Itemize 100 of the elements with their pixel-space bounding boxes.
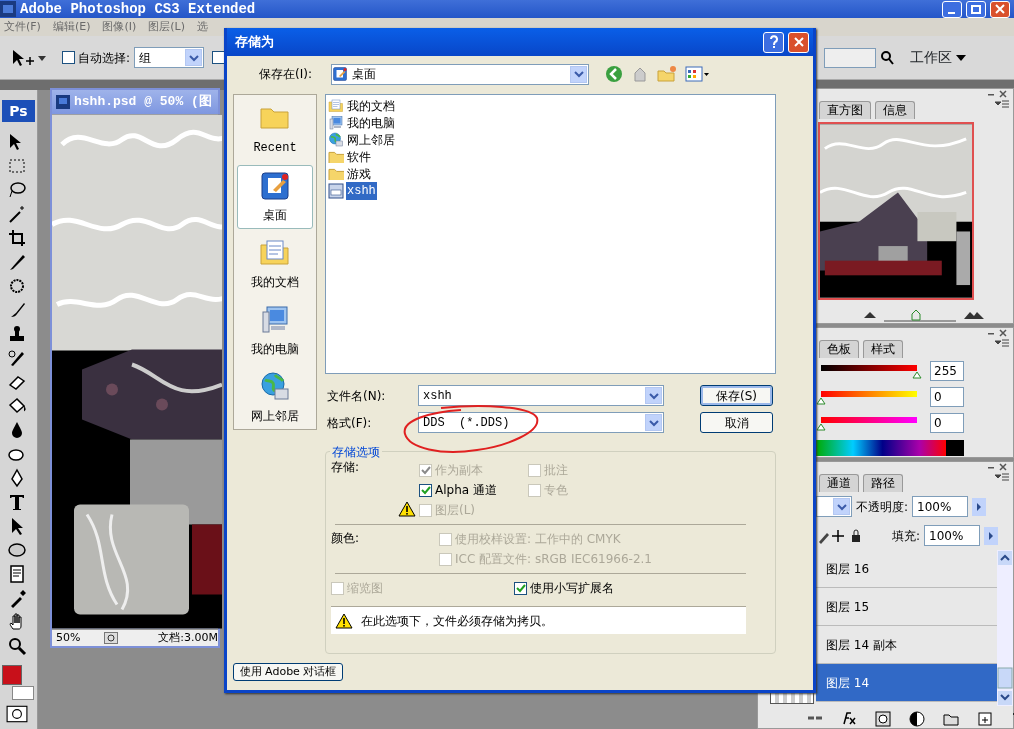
option-checkbox[interactable] xyxy=(419,483,432,497)
file-item[interactable]: 网上邻居 xyxy=(328,131,773,148)
file-item[interactable]: xshh xyxy=(328,182,773,199)
option-label: 图层(L) xyxy=(435,502,476,519)
panel-menu-icon[interactable] xyxy=(995,99,1009,109)
quick-mask-icon[interactable] xyxy=(6,704,28,724)
slider-thumb[interactable] xyxy=(912,370,922,379)
computer-icon xyxy=(328,114,344,131)
lowercase-extension-checkbox[interactable] xyxy=(514,581,527,595)
back-icon[interactable] xyxy=(605,65,623,83)
panel-menu-icon[interactable] xyxy=(995,472,1009,482)
format-label: 格式(F): xyxy=(326,414,373,432)
option-label: 专色 xyxy=(544,482,568,499)
auto-select-dropdown[interactable]: 组 xyxy=(134,47,205,68)
search-icon[interactable] xyxy=(880,49,894,66)
panel-tab[interactable]: 样式 xyxy=(863,339,903,358)
file-item[interactable]: 我的文档 xyxy=(328,97,773,114)
place-item[interactable]: Recent xyxy=(237,98,313,162)
options-legend: 存储选项 xyxy=(330,443,382,461)
channel-value-field[interactable]: 255 xyxy=(930,360,964,381)
file-name-field[interactable]: xshh xyxy=(418,385,664,406)
caret-icon[interactable] xyxy=(956,53,966,62)
place-item[interactable]: 我的文档 xyxy=(237,232,313,296)
lowercase-extension-label: 使用小写扩展名 xyxy=(530,580,614,597)
adjustment-icon[interactable] xyxy=(908,710,926,728)
fill-field[interactable]: 100% xyxy=(924,525,981,546)
checkbox-checkbox[interactable] xyxy=(212,51,226,64)
document-icon xyxy=(56,95,70,109)
mask-icon[interactable] xyxy=(874,710,892,728)
desktop-icon xyxy=(332,66,348,82)
cancel-button[interactable]: 取消 xyxy=(700,412,773,433)
panel-menu-icon[interactable] xyxy=(995,337,1009,348)
panel-tab[interactable]: 直方图 xyxy=(819,101,871,119)
menu-item[interactable]: 图层(L) xyxy=(144,18,189,36)
zoom-in-icon[interactable] xyxy=(964,310,984,320)
auto-select-checkbox[interactable] xyxy=(62,51,75,64)
option-label: 批注 xyxy=(544,462,568,479)
panel-tab[interactable]: 信息 xyxy=(875,101,915,119)
marquee-tool-icon[interactable] xyxy=(6,156,28,176)
ellipse-tool-icon[interactable] xyxy=(6,540,28,560)
network-icon xyxy=(328,131,344,148)
document-title: hshh.psd @ 50% (图 xyxy=(74,93,212,112)
color-options-label: 颜色: xyxy=(331,530,361,547)
format-field[interactable]: DDS (*.DDS) xyxy=(418,412,664,433)
menu-item[interactable]: 编辑(E) xyxy=(48,18,95,36)
blend-mode-dropdown[interactable] xyxy=(816,496,852,517)
slider-thumb[interactable] xyxy=(816,396,826,405)
workspace-button[interactable]: 工作区 xyxy=(910,47,966,68)
color-spectrum[interactable] xyxy=(816,439,964,456)
save-in-label: 保存在(I): xyxy=(259,66,313,83)
status-menu-icon[interactable] xyxy=(104,632,118,644)
thumbnail-label: 缩览图 xyxy=(347,580,383,597)
channel-value-field[interactable]: 0 xyxy=(930,386,964,407)
file-item[interactable]: 软件 xyxy=(328,148,773,165)
panel-window-controls-icon[interactable] xyxy=(985,327,1009,338)
menu-item[interactable]: 选 xyxy=(193,18,212,36)
file-item[interactable]: 我的电脑 xyxy=(328,114,773,131)
slider-thumb[interactable] xyxy=(816,422,826,431)
panel-window-controls-icon[interactable] xyxy=(985,89,1009,99)
file-item[interactable]: 游戏 xyxy=(328,165,773,182)
background-color-swatch[interactable] xyxy=(12,686,34,700)
menu-item[interactable]: 文件(F) xyxy=(0,18,45,36)
zoom-out-icon[interactable] xyxy=(864,311,876,319)
dialog-title: 存储为 xyxy=(235,33,274,52)
opacity-label: 不透明度: xyxy=(856,498,909,516)
app-icon xyxy=(0,1,16,17)
computer-icon xyxy=(259,304,291,336)
save-in-dropdown[interactable]: 桌面 xyxy=(331,63,589,85)
opacity-field[interactable]: 100% xyxy=(912,496,969,517)
zoom-slider[interactable] xyxy=(884,308,956,322)
panel-tab[interactable]: 路径 xyxy=(863,474,903,492)
auto-select-label: 自动选择: xyxy=(78,49,131,67)
panel-tab[interactable]: 色板 xyxy=(819,339,859,358)
folder-icon xyxy=(328,167,344,180)
slider-thumb[interactable] xyxy=(911,309,922,321)
menu-item[interactable]: 图像(I) xyxy=(98,18,141,36)
paint-bucket-icon[interactable] xyxy=(6,396,28,416)
save-button[interactable]: 保存(S) xyxy=(700,385,773,406)
layer-row[interactable]: 图层 14 xyxy=(816,664,997,702)
crop-tool-icon[interactable] xyxy=(6,228,28,248)
zoom-icon[interactable] xyxy=(6,636,28,656)
place-item[interactable]: 桌面 xyxy=(237,165,313,229)
scrollbar[interactable] xyxy=(997,550,1013,706)
app-logo: Ps xyxy=(2,100,35,122)
foreground-color-swatch[interactable] xyxy=(2,665,22,685)
caret-icon[interactable] xyxy=(38,53,46,62)
lasso-tool-icon[interactable] xyxy=(6,180,28,200)
new-layer-icon[interactable] xyxy=(976,710,994,728)
view-menu-icon[interactable] xyxy=(685,66,709,82)
panel-tab[interactable]: 通道 xyxy=(819,474,859,492)
network-icon xyxy=(259,371,291,403)
panel-window-controls-icon[interactable] xyxy=(985,462,1009,472)
place-item[interactable]: 我的电脑 xyxy=(237,299,313,363)
file-icon xyxy=(328,182,344,199)
place-item[interactable]: 网上邻居 xyxy=(237,366,313,430)
zoom-level[interactable]: 50% xyxy=(52,629,100,647)
warning-message: 在此选项下，文件必须存储为拷贝。 xyxy=(361,612,553,630)
adobe-dialog-button[interactable]: 使用 Adobe 对话框 xyxy=(233,663,343,681)
folder-icon xyxy=(328,150,344,163)
channel-value-field[interactable]: 0 xyxy=(930,412,964,433)
